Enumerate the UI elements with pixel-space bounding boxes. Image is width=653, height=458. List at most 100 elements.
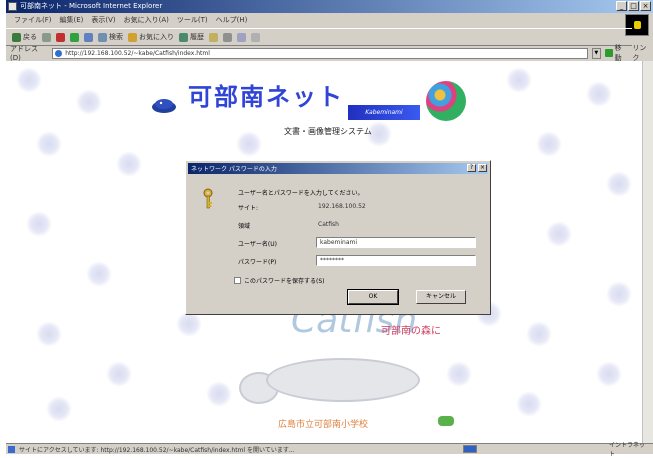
background-flower: [86, 261, 112, 287]
go-arrow-icon: [604, 49, 613, 57]
save-password-row[interactable]: このパスワードを保存する(S): [234, 276, 325, 285]
background-flower: [586, 81, 612, 107]
school-name[interactable]: 広島市立可部南小学校: [278, 417, 368, 430]
star-icon: [128, 32, 137, 42]
menu-view[interactable]: 表示(V): [91, 15, 115, 25]
print-button[interactable]: [223, 32, 232, 42]
home-button[interactable]: [84, 32, 93, 42]
background-flower: [206, 381, 232, 407]
background-flower: [526, 321, 552, 347]
discuss-button[interactable]: [251, 32, 260, 42]
back-arrow-icon: [12, 32, 21, 42]
history-label: 履歴: [190, 33, 204, 41]
dialog-prompt: ユーザー名とパスワードを入力してください。: [238, 190, 364, 197]
menu-help[interactable]: ヘルプ(H): [216, 15, 248, 25]
catfish-body-shape: [266, 358, 420, 402]
title-bar: 可部南ネット - Microsoft Internet Explorer _ □…: [6, 0, 653, 13]
print-icon: [223, 32, 232, 42]
forward-button[interactable]: [42, 32, 51, 42]
site-badge: Kabeminami: [348, 105, 420, 120]
address-bar: アドレス(D) http://192.168.100.52/~kabe/Catf…: [6, 43, 653, 63]
home-icon: [84, 32, 93, 42]
menu-favorites[interactable]: お気に入り(A): [124, 15, 169, 25]
key-icon: [203, 188, 213, 209]
stop-button[interactable]: [56, 32, 65, 42]
search-button[interactable]: 検索: [98, 32, 123, 42]
page-subtitle: 文書・画像管理システム: [284, 127, 372, 136]
background-flower: [236, 131, 262, 157]
go-label: 移動: [614, 44, 622, 62]
background-flower: [116, 151, 142, 177]
background-flower: [46, 396, 72, 422]
background-flower: [606, 281, 632, 307]
menu-file[interactable]: ファイル(F): [14, 15, 52, 25]
cancel-button[interactable]: キャンセル: [416, 290, 466, 304]
pink-caption: 可部南の森に: [381, 326, 441, 337]
mail-button[interactable]: [209, 32, 218, 42]
refresh-button[interactable]: [70, 32, 79, 42]
minimize-button[interactable]: _: [616, 1, 627, 11]
status-bar: サイトにアクセスしています: http://192.168.100.52/~ka…: [6, 442, 653, 458]
mascot-icon: [152, 99, 176, 113]
status-text: サイトにアクセスしています: http://192.168.100.52/~ka…: [19, 446, 295, 454]
background-flower: [36, 131, 62, 157]
password-label: パスワード(P): [238, 259, 277, 266]
password-dialog: ネットワーク パスワードの入力 ? × ユーザー名とパスワードを入力してください…: [185, 160, 491, 315]
background-flower: [106, 361, 132, 387]
page-loading-icon: [8, 445, 15, 453]
dialog-close-button[interactable]: ×: [478, 164, 487, 172]
back-button[interactable]: 戻る: [12, 32, 37, 42]
menu-edit[interactable]: 編集(E): [60, 15, 84, 25]
links-label[interactable]: リンク: [632, 43, 653, 63]
history-button[interactable]: 履歴: [179, 32, 204, 42]
background-flower: [606, 171, 632, 197]
discuss-icon: [251, 32, 260, 42]
ie-icon: [8, 2, 17, 11]
windows-logo-icon: [634, 21, 641, 29]
username-input[interactable]: kabeminami: [316, 237, 476, 248]
password-input[interactable]: ********: [316, 255, 476, 266]
back-label: 戻る: [23, 33, 37, 41]
site-title: 可部南ネット: [188, 83, 344, 111]
background-flower: [76, 89, 102, 115]
stop-icon: [56, 32, 65, 42]
history-icon: [179, 32, 188, 42]
edit-button[interactable]: [237, 32, 246, 42]
help-button[interactable]: ?: [467, 164, 476, 172]
search-label: 検索: [109, 33, 123, 41]
vertical-scrollbar[interactable]: [642, 61, 653, 443]
menu-tools[interactable]: ツール(T): [177, 15, 208, 25]
close-button[interactable]: ×: [640, 1, 651, 11]
background-flower: [536, 131, 562, 157]
background-flower: [26, 211, 52, 237]
site-label: サイト:: [238, 205, 259, 212]
site-value: 192.168.100.52: [318, 203, 366, 210]
realm-value: Catfish: [318, 221, 339, 228]
go-button[interactable]: 移動: [604, 43, 629, 63]
address-dropdown[interactable]: ▼: [591, 47, 601, 59]
dialog-title-bar: ネットワーク パスワードの入力 ? ×: [188, 163, 488, 174]
favorites-label: お気に入り: [139, 33, 174, 41]
background-flower: [36, 321, 62, 347]
save-password-label: このパスワードを保存する(S): [244, 278, 325, 285]
favorites-button[interactable]: お気に入り: [128, 32, 174, 42]
browser-window: 可部南ネット - Microsoft Internet Explorer _ □…: [6, 0, 653, 458]
edit-icon: [237, 32, 246, 42]
refresh-icon: [70, 32, 79, 42]
window-controls: _ □ ×: [616, 1, 651, 11]
background-flower: [596, 361, 622, 387]
forward-arrow-icon: [42, 32, 51, 42]
background-flower: [516, 391, 542, 417]
address-label: アドレス(D): [10, 45, 38, 62]
ok-button[interactable]: OK: [347, 289, 399, 305]
realm-label: 領域: [238, 223, 251, 230]
save-password-checkbox[interactable]: [234, 277, 241, 284]
mail-icon: [209, 32, 218, 42]
background-flower: [16, 67, 42, 93]
username-label: ユーザー名(U): [238, 241, 277, 248]
menu-bar: ファイル(F) 編集(E) 表示(V) お気に入り(A) ツール(T) ヘルプ(…: [6, 14, 614, 26]
page-icon: [55, 49, 63, 57]
address-input[interactable]: http://192.168.100.52/~kabe/Catfish/inde…: [52, 47, 588, 59]
maximize-button[interactable]: □: [628, 1, 639, 11]
progress-indicator: [463, 445, 477, 453]
